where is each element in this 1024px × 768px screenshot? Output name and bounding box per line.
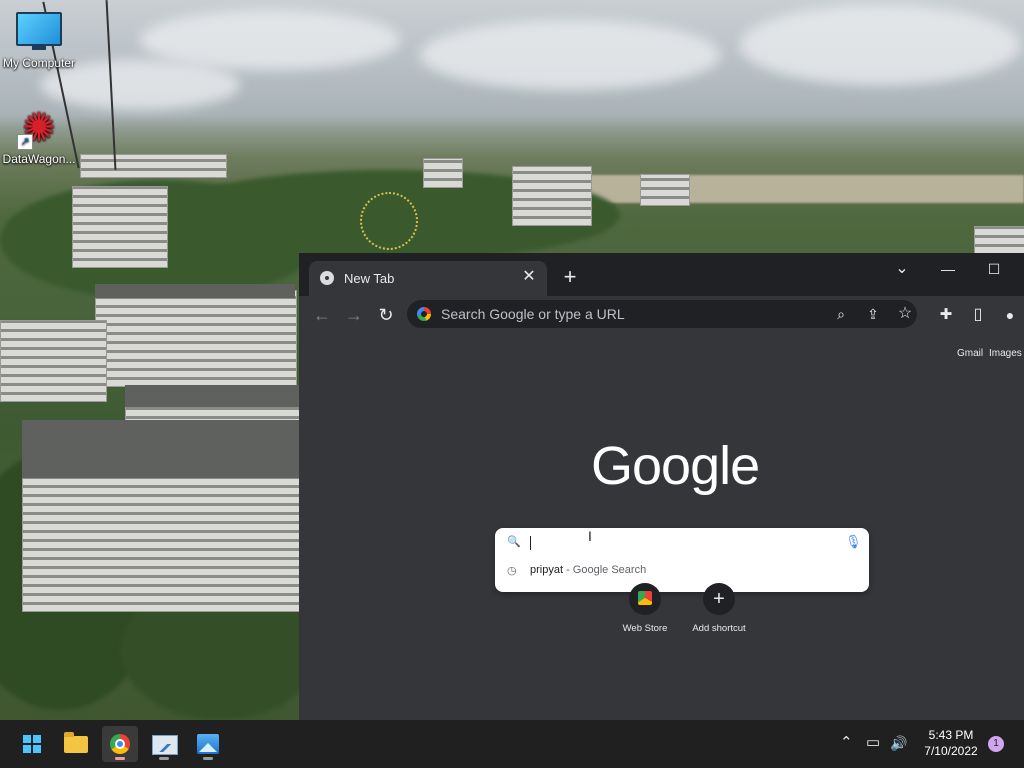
search-icon: 🔍 [507,536,521,548]
ntp-search-input[interactable] [529,532,823,554]
chrome-favicon-icon [320,271,334,285]
tab-new-tab[interactable]: New Tab ✕ [309,261,547,296]
microphone-icon[interactable]: 🎙 [845,534,862,550]
taskbar-photos[interactable] [190,726,226,762]
notification-badge[interactable]: 1 [988,736,1004,752]
images-link[interactable]: Images [989,348,1022,359]
taskbar: ⌃ ▭ 🔊 5:43 PM 7/10/2022 1 [0,720,1024,768]
address-bar-placeholder: Search Google or type a URL [441,306,625,322]
photos-icon [197,734,219,754]
tray-chevron-icon[interactable]: ⌃ [840,734,853,752]
network-icon[interactable]: ▭ [866,734,880,752]
maximize-button[interactable]: ☐ [977,257,1011,281]
suggestion-description: - Google Search [563,564,647,576]
profile-icon[interactable]: ● [997,302,1023,328]
file-explorer-icon [64,732,88,753]
tab-strip: New Tab ✕ + ⌄ — ☐ [299,253,1024,296]
shortcut-label: Add shortcut [692,623,746,634]
plus-icon: + [703,583,735,615]
address-bar[interactable]: Search Google or type a URL ⌕ ⇪ ☆ [407,300,917,328]
clock-time: 5:43 PM [928,728,974,742]
taskbar-file-explorer[interactable] [58,726,94,762]
volume-icon[interactable]: 🔊 [890,734,907,752]
google-logo: Google [591,436,760,496]
history-clock-icon: ◷ [507,565,517,577]
text-caret [530,536,531,550]
share-icon[interactable]: ⇪ [863,304,883,324]
chrome-window[interactable]: New Tab ✕ + ⌄ — ☐ ← → ↻ Search Google or… [299,253,1024,720]
tab-search-button[interactable]: ⌄ [885,257,919,281]
web-store-icon [629,583,661,615]
side-panel-icon[interactable]: ▯ [965,302,991,328]
taskbar-chrome[interactable] [102,726,138,762]
start-icon [23,735,41,753]
chart-app-icon [152,735,178,755]
shortcut-arrow-icon: ↗ [17,134,33,150]
suggestion-query: pripyat [530,564,564,576]
new-tab-button[interactable]: + [559,266,581,289]
shortcut-web-store[interactable]: Web Store [605,583,685,634]
back-button[interactable]: ← [309,302,335,328]
ferris-wheel [360,192,418,250]
extensions-icon[interactable]: ✚ [933,302,959,328]
monitor-icon [16,12,62,50]
text-cursor-icon: I [588,528,592,544]
google-g-icon [417,307,431,321]
bookmark-star-icon[interactable]: ☆ [895,304,915,324]
desktop-icon-label: My Computer [2,56,76,70]
running-indicator [203,757,213,760]
active-indicator [115,757,125,760]
desktop-icon-label: DataWagon... [2,152,76,166]
minimize-button[interactable]: — [931,257,965,281]
start-button[interactable] [14,726,50,762]
tab-title: New Tab [344,271,395,286]
tab-close-button[interactable]: ✕ [520,268,538,286]
desktop-icon-my-computer[interactable]: My Computer [1,12,77,70]
system-clock[interactable]: 5:43 PM 7/10/2022 [914,727,988,759]
taskbar-chart-app[interactable] [146,726,182,762]
desktop-icon-datawagon[interactable]: ✺ ↗ DataWagon... [1,106,77,166]
zoom-icon[interactable]: ⌕ [831,304,851,324]
autocomplete-suggestion[interactable]: ◷ pripyat - Google Search [495,561,869,583]
running-indicator [159,757,169,760]
shortcut-label: Web Store [622,623,668,634]
gmail-link[interactable]: Gmail [957,348,983,359]
datawagon-shortcut-icon: ✺ ↗ [17,106,61,150]
forward-button[interactable]: → [341,302,367,328]
clock-date: 7/10/2022 [924,744,978,758]
browser-toolbar: ← → ↻ Search Google or type a URL ⌕ ⇪ ☆ … [299,296,1024,332]
reload-button[interactable]: ↻ [373,302,399,328]
shortcut-add[interactable]: + Add shortcut [679,583,759,634]
chrome-icon [110,734,130,754]
